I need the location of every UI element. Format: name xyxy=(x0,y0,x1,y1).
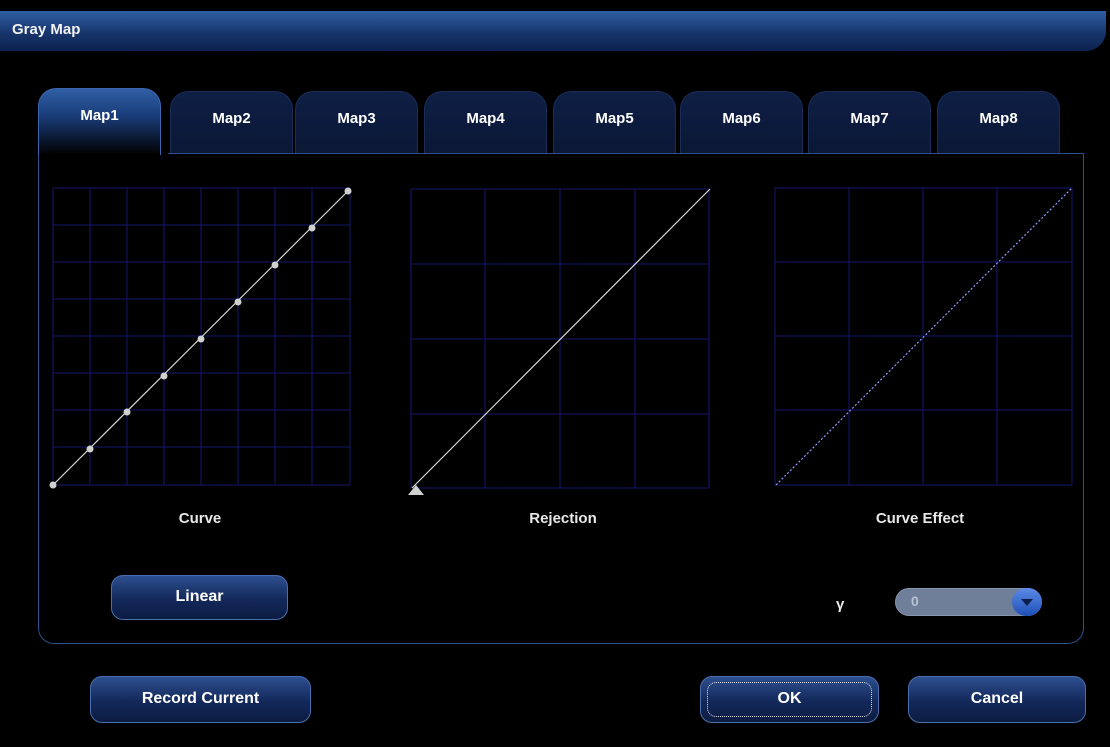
curve-effect-label: Curve Effect xyxy=(875,510,965,527)
curve-chart[interactable] xyxy=(48,183,358,493)
tab-map3[interactable]: Map3 xyxy=(295,91,418,154)
curve-effect-chart xyxy=(774,187,1073,486)
curve-control-point[interactable] xyxy=(86,445,94,453)
curve-label: Curve xyxy=(178,510,222,527)
cancel-label: Cancel xyxy=(970,690,1024,707)
tab-map6[interactable]: Map6 xyxy=(680,91,803,154)
record-current-button[interactable]: Record Current xyxy=(90,676,311,723)
tab-map2[interactable]: Map2 xyxy=(170,91,293,154)
gamma-select[interactable]: 0 xyxy=(895,588,1042,616)
curve-control-point[interactable] xyxy=(160,372,168,380)
cancel-button[interactable]: Cancel xyxy=(908,676,1086,723)
record-current-label: Record Current xyxy=(141,690,260,707)
chevron-down-icon[interactable] xyxy=(1012,588,1042,616)
curve-control-point[interactable] xyxy=(234,298,242,306)
gamma-value: 0 xyxy=(911,593,919,609)
tab-map1[interactable]: Map1 xyxy=(38,88,161,157)
tab-map4[interactable]: Map4 xyxy=(424,91,547,154)
tab-map8[interactable]: Map8 xyxy=(937,91,1060,154)
tab-map5[interactable]: Map5 xyxy=(553,91,676,154)
curve-control-point[interactable] xyxy=(197,335,205,343)
curve-control-point[interactable] xyxy=(123,408,131,416)
rejection-grid xyxy=(410,188,710,489)
panel-top-border xyxy=(168,153,1084,154)
dialog-title: Gray Map xyxy=(12,21,81,38)
linear-button-label: Linear xyxy=(175,588,224,605)
rejection-label: Rejection xyxy=(529,510,597,527)
gamma-label: γ xyxy=(836,596,845,613)
rejection-chart[interactable] xyxy=(404,183,720,499)
curve-control-point[interactable] xyxy=(308,224,316,232)
rejection-slider-handle[interactable] xyxy=(408,485,424,495)
linear-button[interactable]: Linear xyxy=(111,575,288,620)
ok-label: OK xyxy=(777,690,802,707)
dialog-title-bar: Gray Map xyxy=(0,11,1106,51)
tab-map7[interactable]: Map7 xyxy=(808,91,931,154)
ok-button[interactable]: OK xyxy=(700,676,879,723)
curve-control-point[interactable] xyxy=(49,481,57,489)
curve-control-point[interactable] xyxy=(344,187,352,195)
curve-control-point[interactable] xyxy=(271,261,279,269)
